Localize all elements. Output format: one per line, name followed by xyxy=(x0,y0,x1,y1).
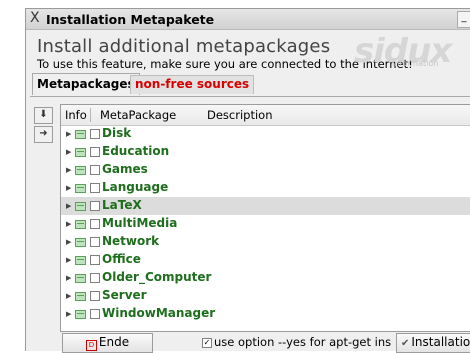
expander-arrow-icon[interactable]: ▶ xyxy=(66,166,71,174)
expander-arrow-icon[interactable]: ▶ xyxy=(66,274,71,282)
column-description[interactable]: Description xyxy=(207,108,273,122)
expander-arrow-icon[interactable]: ▶ xyxy=(66,220,71,228)
logo-subtext: Information xyxy=(392,59,439,68)
expander-arrow-icon[interactable]: ▶ xyxy=(66,148,71,156)
expander-arrow-icon[interactable]: ▶ xyxy=(66,310,71,318)
package-label: Network xyxy=(102,234,160,248)
installer-window: X Installation Metapakete _ Install addi… xyxy=(25,8,470,353)
package-label: LaTeX xyxy=(102,198,142,212)
package-icon xyxy=(75,130,86,139)
package-checkbox[interactable] xyxy=(90,273,100,283)
package-label: Office xyxy=(102,252,141,266)
package-label: Education xyxy=(102,144,170,158)
expand-down-button[interactable]: ⬇ xyxy=(34,107,53,124)
package-label: Disk xyxy=(102,126,132,140)
package-row-selected[interactable]: ▶ LaTeX xyxy=(61,197,470,215)
arrow-down-icon: ⬇ xyxy=(39,109,48,120)
move-right-button[interactable]: ➜ xyxy=(34,126,53,143)
minimize-button[interactable]: _ xyxy=(457,11,470,28)
package-label: Older_Computer xyxy=(102,270,212,284)
yes-option-label[interactable]: use option --yes for apt-get ins xyxy=(214,335,391,349)
package-checkbox[interactable] xyxy=(90,129,100,139)
installation-button[interactable]: ✔Installation xyxy=(396,333,470,353)
title-bar: X Installation Metapakete _ xyxy=(26,9,470,30)
package-checkbox[interactable] xyxy=(90,219,100,229)
package-icon xyxy=(75,166,86,175)
arrow-right-icon: ➜ xyxy=(39,128,48,139)
page-headline: Install additional metapackages xyxy=(37,36,331,57)
package-row[interactable]: ▶ Network xyxy=(61,233,470,251)
package-icon xyxy=(75,202,86,211)
package-checkbox[interactable] xyxy=(90,183,100,193)
package-checkbox[interactable] xyxy=(90,255,100,265)
installation-button-label: Installation xyxy=(411,335,470,349)
package-icon xyxy=(75,256,86,265)
sidux-logo: sidux Information xyxy=(354,37,466,73)
package-icon xyxy=(75,148,86,157)
tab-metapackages[interactable]: Metapackages xyxy=(32,73,140,95)
package-icon xyxy=(75,292,86,301)
package-row[interactable]: ▶ Games xyxy=(61,161,470,179)
package-icon xyxy=(75,220,86,229)
package-label: Server xyxy=(102,288,147,302)
package-row[interactable]: ▶ WindowManager xyxy=(61,305,470,323)
yes-option-checkbox[interactable]: ✓ xyxy=(202,338,212,348)
package-row[interactable]: ▶ MultiMedia xyxy=(61,215,470,233)
package-icon xyxy=(75,184,86,193)
package-checkbox[interactable] xyxy=(90,237,100,247)
app-icon: X xyxy=(30,10,40,26)
tab-non-free-sources[interactable]: non-free sources xyxy=(130,75,255,94)
package-checkbox[interactable] xyxy=(90,165,100,175)
expander-arrow-icon[interactable]: ▶ xyxy=(66,256,71,264)
package-icon xyxy=(75,274,86,283)
tree-header: Info MetaPackage Description xyxy=(61,105,470,126)
metapackages-panel: ⬇ ➜ Info MetaPackage Description ▶ Disk … xyxy=(30,96,470,353)
expander-arrow-icon[interactable]: ▶ xyxy=(66,130,71,138)
package-row[interactable]: ▶ Server xyxy=(61,287,470,305)
package-checkbox[interactable] xyxy=(90,309,100,319)
package-label: MultiMedia xyxy=(102,216,178,230)
package-checkbox[interactable] xyxy=(90,291,100,301)
package-label: Games xyxy=(102,162,148,176)
package-row[interactable]: ▶ Language xyxy=(61,179,470,197)
package-checkbox[interactable] xyxy=(90,147,100,157)
package-checkbox[interactable] xyxy=(90,201,100,211)
package-tree[interactable]: Info MetaPackage Description ▶ Disk ▶ Ed… xyxy=(60,104,470,332)
package-label: Language xyxy=(102,180,169,194)
ende-button-label: Ende xyxy=(98,335,130,349)
package-icon xyxy=(75,238,86,247)
package-icon xyxy=(75,310,86,319)
column-info[interactable]: Info xyxy=(65,108,87,122)
package-row[interactable]: ▶ Education xyxy=(61,143,470,161)
column-metapackage[interactable]: MetaPackage xyxy=(100,108,176,122)
package-row[interactable]: ▶ Office xyxy=(61,251,470,269)
package-label: WindowManager xyxy=(102,306,216,320)
package-row[interactable]: ▶ Older_Computer xyxy=(61,269,470,287)
expander-arrow-icon[interactable]: ▶ xyxy=(66,184,71,192)
expander-arrow-icon[interactable]: ▶ xyxy=(66,292,71,300)
ende-button[interactable]: D Ende xyxy=(62,333,153,353)
quit-icon: D xyxy=(85,340,97,351)
expander-arrow-icon[interactable]: ▶ xyxy=(66,202,71,210)
window-title: Installation Metapakete xyxy=(46,12,215,27)
checkmark-icon: ✔ xyxy=(401,338,410,349)
expander-arrow-icon[interactable]: ▶ xyxy=(66,238,71,246)
package-row[interactable]: ▶ Disk xyxy=(61,125,470,143)
column-divider xyxy=(90,108,91,122)
